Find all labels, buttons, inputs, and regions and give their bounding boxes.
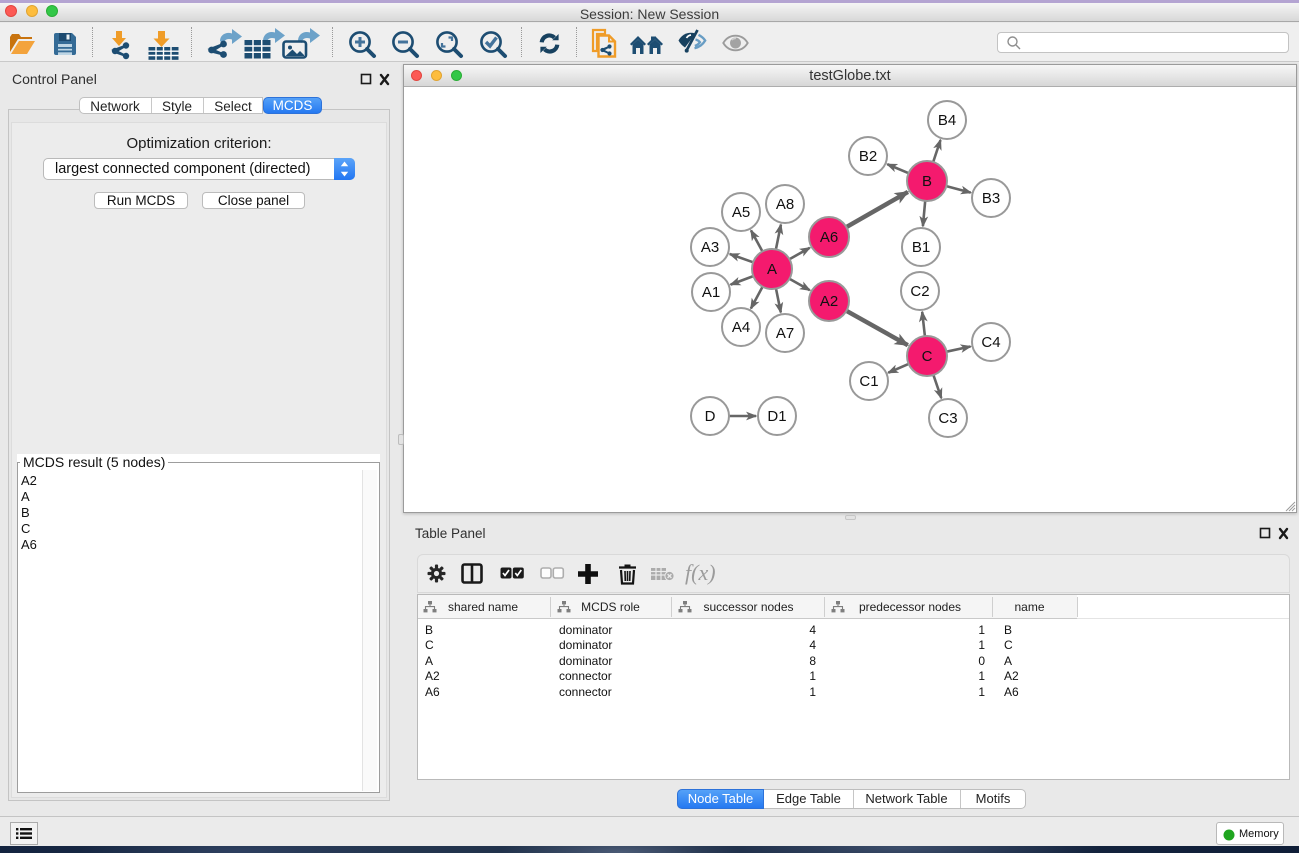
svg-text:A4: A4 [732,319,750,336]
svg-text:B3: B3 [982,190,1000,207]
svg-text:B1: B1 [912,239,930,256]
svg-text:C4: C4 [981,334,1000,351]
svg-text:A6: A6 [820,229,838,246]
svg-text:C1: C1 [859,373,878,390]
svg-text:B2: B2 [859,148,877,165]
svg-text:D: D [705,408,716,425]
svg-text:A2: A2 [820,293,838,310]
svg-text:A7: A7 [776,325,794,342]
svg-text:D1: D1 [767,408,786,425]
svg-text:A3: A3 [701,239,719,256]
svg-text:A5: A5 [732,204,750,221]
svg-text:C: C [922,348,933,365]
svg-text:C3: C3 [938,410,957,427]
svg-text:B4: B4 [938,112,956,129]
svg-text:C2: C2 [910,283,929,300]
svg-text:A8: A8 [776,196,794,213]
svg-text:A: A [767,261,777,278]
svg-text:A1: A1 [702,284,720,301]
svg-text:B: B [922,173,932,190]
